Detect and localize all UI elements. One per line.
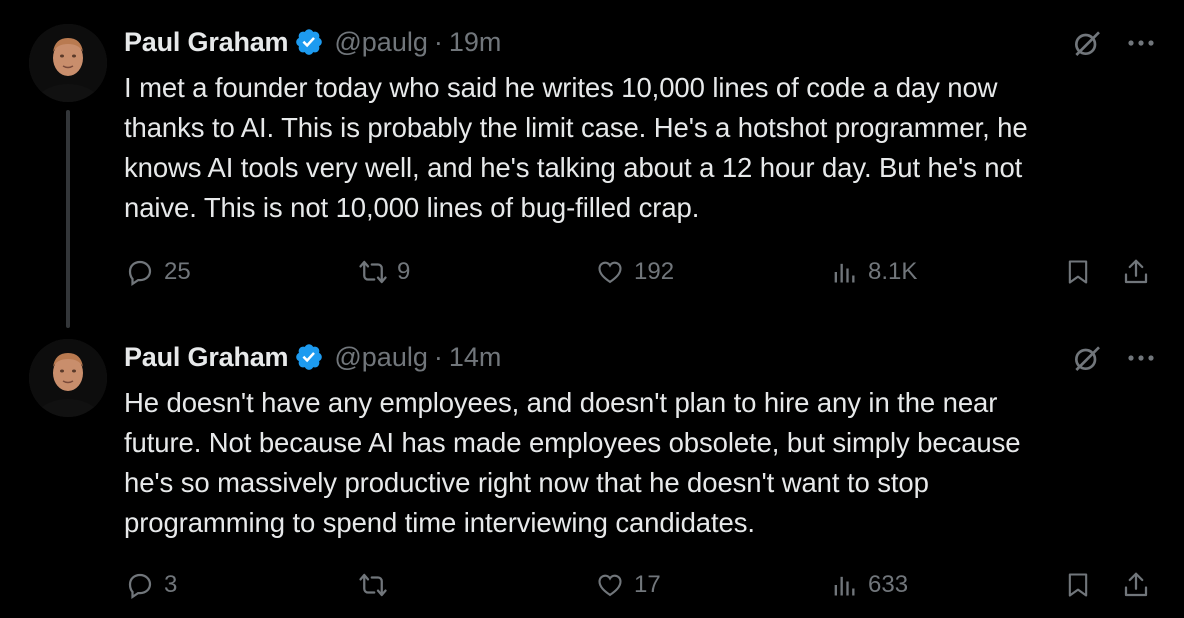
avatar[interactable] — [29, 339, 107, 417]
bookmark-icon — [1062, 256, 1094, 288]
tweet-text: I met a founder today who said he writes… — [124, 72, 1028, 223]
tweet-timestamp[interactable]: 19m — [449, 27, 502, 58]
tweet[interactable]: Paul Graham @paulg · 14m He doesn't have… — [0, 315, 1184, 618]
repost-count: 9 — [397, 258, 411, 285]
bookmark-button[interactable] — [1062, 252, 1094, 292]
share-icon — [1120, 569, 1152, 601]
bookmark-icon — [1062, 569, 1094, 601]
reply-count: 3 — [164, 571, 178, 598]
like-button[interactable]: 17 — [594, 565, 661, 605]
verified-badge-icon[interactable] — [294, 342, 324, 372]
reply-button[interactable]: 25 — [124, 252, 191, 292]
share-icon — [1120, 256, 1152, 288]
views-count: 633 — [868, 571, 909, 598]
tweet-text: He doesn't have any employees, and doesn… — [124, 387, 1021, 538]
repost-icon — [357, 569, 389, 601]
share-button[interactable] — [1120, 565, 1152, 605]
views-button[interactable]: 633 — [828, 565, 908, 605]
repost-button[interactable] — [357, 565, 397, 605]
separator-dot: · — [433, 26, 443, 57]
like-count: 192 — [634, 258, 675, 285]
grok-icon[interactable] — [1070, 26, 1104, 60]
views-count: 8.1K — [868, 258, 918, 285]
heart-icon — [594, 256, 626, 288]
bookmark-button[interactable] — [1062, 565, 1094, 605]
author-name[interactable]: Paul Graham — [124, 342, 289, 373]
separator-dot: · — [433, 341, 443, 372]
author-handle[interactable]: @paulg — [334, 342, 427, 373]
heart-icon — [594, 569, 626, 601]
tweet-actions: 3 17 633 — [124, 565, 1164, 605]
repost-button[interactable]: 9 — [357, 252, 410, 292]
reply-icon — [124, 256, 156, 288]
tweet-thread: Paul Graham @paulg · 19m I met a founder… — [0, 0, 1184, 618]
share-button[interactable] — [1120, 252, 1152, 292]
reply-count: 25 — [164, 258, 191, 285]
views-button[interactable]: 8.1K — [828, 252, 917, 292]
reply-button[interactable]: 3 — [124, 565, 177, 605]
reply-icon — [124, 569, 156, 601]
author-handle[interactable]: @paulg — [334, 27, 427, 58]
more-icon[interactable] — [1124, 28, 1158, 58]
views-icon — [828, 256, 860, 288]
avatar[interactable] — [29, 24, 107, 102]
like-button[interactable]: 192 — [594, 252, 674, 292]
like-count: 17 — [634, 571, 661, 598]
more-icon[interactable] — [1124, 343, 1158, 373]
author-name[interactable]: Paul Graham — [124, 27, 289, 58]
verified-badge-icon[interactable] — [294, 27, 324, 57]
repost-icon — [357, 256, 389, 288]
tweet[interactable]: Paul Graham @paulg · 19m I met a founder… — [0, 0, 1184, 315]
tweet-header: Paul Graham @paulg · 14m — [124, 339, 501, 375]
tweet-timestamp[interactable]: 14m — [449, 342, 502, 373]
views-icon — [828, 569, 860, 601]
grok-icon[interactable] — [1070, 341, 1104, 375]
tweet-actions: 25 9 192 8.1K — [124, 252, 1164, 292]
tweet-header: Paul Graham @paulg · 19m — [124, 24, 501, 60]
